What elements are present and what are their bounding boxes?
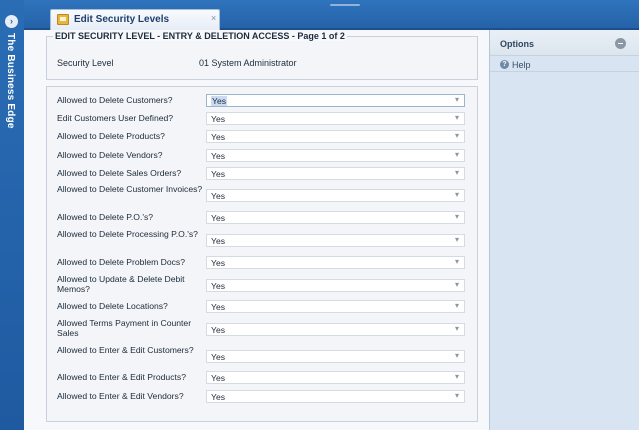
row-label: Allowed to Delete Processing P.O.'s? — [57, 229, 198, 239]
security-level-label: Security Level — [57, 58, 114, 68]
access-select[interactable]: Yes ▾ — [206, 130, 465, 143]
options-header: Options — [490, 30, 639, 56]
access-select[interactable]: Yes ▾ — [206, 189, 465, 202]
access-select[interactable]: Yes ▾ — [206, 300, 465, 313]
sidebar-title: The Business Edge — [5, 33, 16, 129]
chevron-down-icon: ▾ — [454, 391, 459, 400]
row-label: Allowed to Enter & Edit Customers? — [57, 345, 194, 355]
select-value: Yes — [211, 352, 226, 362]
access-select[interactable]: Yes ▾ — [206, 149, 465, 162]
tab-label: Edit Security Levels — [74, 14, 170, 25]
access-select[interactable]: Yes ▾ — [206, 279, 465, 292]
chevron-right-icon[interactable]: › — [5, 15, 18, 28]
page-title: EDIT SECURITY LEVEL - ENTRY & DELETION A… — [53, 31, 347, 41]
select-value: Yes — [211, 281, 226, 291]
chevron-down-icon: ▾ — [454, 235, 459, 244]
access-select[interactable]: Yes ▾ — [206, 167, 465, 180]
row-label: Allowed to Delete Sales Orders? — [57, 168, 182, 178]
tab-edit-security-levels[interactable]: Edit Security Levels × — [50, 9, 220, 30]
chevron-down-icon: ▾ — [454, 301, 459, 310]
select-value: Yes — [211, 114, 226, 124]
folder-icon — [57, 14, 69, 25]
row-label: Allowed to Delete P.O.'s? — [57, 212, 154, 222]
access-select[interactable]: Yes ▾ — [206, 112, 465, 125]
collapse-icon[interactable] — [615, 38, 626, 49]
chevron-down-icon: ▾ — [454, 324, 459, 333]
security-level-header: EDIT SECURITY LEVEL - ENTRY & DELETION A… — [46, 31, 478, 80]
access-select[interactable]: Yes ▾ — [206, 371, 465, 384]
chevron-down-icon: ▾ — [454, 257, 459, 266]
access-select[interactable]: Yes ▾ — [206, 323, 465, 336]
row-label: Allowed to Delete Problem Docs? — [57, 257, 186, 267]
chevron-down-icon: ▾ — [454, 372, 459, 381]
access-select[interactable]: Yes ▾ — [206, 350, 465, 363]
row-label: Allowed to Delete Products? — [57, 131, 165, 141]
help-label: Help — [512, 60, 531, 70]
select-value: Yes — [211, 169, 226, 179]
row-label: Allowed to Enter & Edit Vendors? — [57, 391, 184, 401]
options-title: Options — [500, 39, 534, 49]
security-level-value: 01 System Administrator — [199, 58, 297, 68]
select-value: Yes — [211, 213, 226, 223]
select-value: Yes — [211, 132, 226, 142]
select-value: Yes — [211, 96, 228, 106]
row-label: Allowed to Delete Customer Invoices? — [57, 184, 203, 194]
chevron-down-icon: ▾ — [454, 131, 459, 140]
access-select[interactable]: Yes ▾ — [206, 211, 465, 224]
main-content: EDIT SECURITY LEVEL - ENTRY & DELETION A… — [40, 30, 484, 430]
access-select[interactable]: Yes ▾ — [206, 256, 465, 269]
chevron-down-icon: ▾ — [454, 351, 459, 360]
chevron-down-icon: ▾ — [454, 95, 459, 104]
row-label: Allowed to Update & Delete Debit Memos? — [57, 274, 185, 294]
help-icon: ? — [500, 60, 509, 69]
chevron-down-icon: ▾ — [454, 212, 459, 221]
close-icon[interactable]: × — [211, 13, 216, 23]
row-label: Allowed to Delete Locations? — [57, 301, 168, 311]
select-value: Yes — [211, 373, 226, 383]
tab-bar: Edit Security Levels × — [24, 0, 639, 30]
access-form: Allowed to Delete Customers? Yes ▾ Edit … — [46, 86, 478, 422]
row-label: Edit Customers User Defined? — [57, 113, 174, 123]
chevron-down-icon: ▾ — [454, 190, 459, 199]
select-value: Yes — [211, 151, 226, 161]
access-select[interactable]: Yes ▾ — [206, 234, 465, 247]
select-value: Yes — [211, 258, 226, 268]
help-link[interactable]: ? Help — [490, 58, 639, 72]
app-window: › The Business Edge Edit Security Levels… — [0, 0, 639, 430]
row-label: Allowed Terms Payment in Counter Sales — [57, 318, 192, 338]
chevron-down-icon: ▾ — [454, 168, 459, 177]
access-select[interactable]: Yes ▾ — [206, 390, 465, 403]
access-select[interactable]: Yes ▾ — [206, 94, 465, 107]
select-value: Yes — [211, 236, 226, 246]
chevron-down-icon: ▾ — [454, 113, 459, 122]
select-value: Yes — [211, 325, 226, 335]
select-value: Yes — [211, 302, 226, 312]
select-value: Yes — [211, 392, 226, 402]
chevron-down-icon: ▾ — [454, 150, 459, 159]
app-sidebar: › The Business Edge — [0, 0, 24, 430]
chevron-down-icon: ▾ — [454, 280, 459, 289]
select-value: Yes — [211, 191, 226, 201]
row-label: Allowed to Delete Customers? — [57, 95, 173, 105]
row-label: Allowed to Delete Vendors? — [57, 150, 163, 160]
options-panel: Options ? Help — [489, 30, 639, 430]
drag-handle[interactable] — [330, 4, 360, 6]
row-label: Allowed to Enter & Edit Products? — [57, 372, 186, 382]
